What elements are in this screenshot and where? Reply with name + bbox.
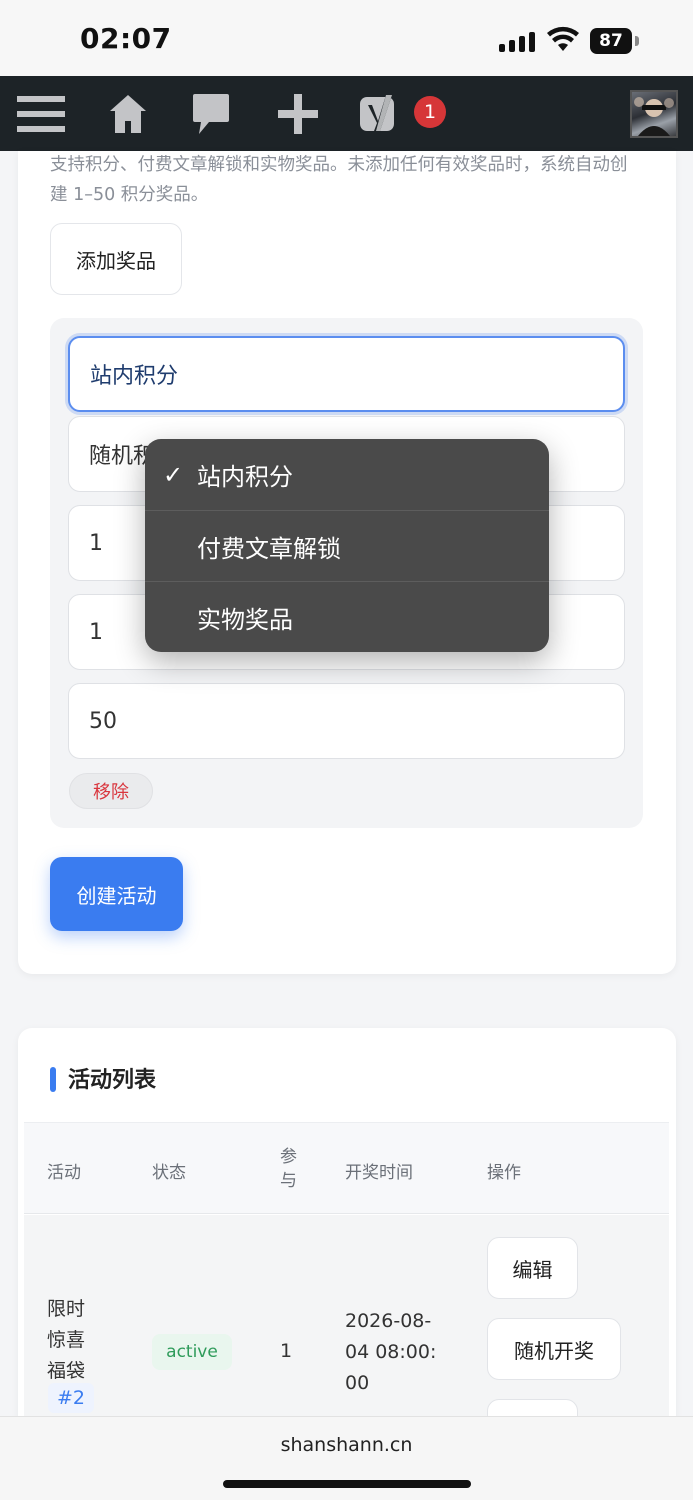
- add-prize-button[interactable]: 添加奖品: [50, 223, 182, 295]
- draw-time: 2026-08-04 08:00:00: [345, 1310, 437, 1394]
- battery-icon: 87: [590, 28, 632, 54]
- dropdown-option-label: 付费文章解锁: [197, 534, 341, 563]
- prize-min-value: 1: [89, 619, 103, 645]
- participants-count: 1: [280, 1340, 293, 1362]
- status-badge: active: [152, 1334, 232, 1370]
- comment-bubble-icon[interactable]: [188, 76, 234, 151]
- url-address[interactable]: shanshann.cn: [0, 1434, 693, 1456]
- header-participants: 参与: [280, 1147, 297, 1191]
- dropdown-option-label: 实物奖品: [197, 605, 293, 634]
- random-draw-button[interactable]: 随机开奖: [487, 1318, 621, 1380]
- activity-id-tag: #2: [48, 1383, 94, 1413]
- prize-max-value: 50: [89, 708, 117, 734]
- cellular-signal-icon: [499, 30, 535, 52]
- dropdown-option-physical-prize[interactable]: 实物奖品: [145, 581, 549, 652]
- prize-help-text: 支持积分、付费文章解锁和实物奖品。未添加任何有效奖品时，系统自动创建 1–50 …: [50, 155, 628, 205]
- plus-icon[interactable]: [274, 76, 322, 151]
- notification-badge[interactable]: 1: [414, 96, 446, 128]
- prize-type-value: 站内积分: [90, 364, 179, 389]
- edit-button[interactable]: 编辑: [487, 1237, 578, 1299]
- header-status: 状态: [152, 1163, 186, 1183]
- prize-type-select[interactable]: 站内积分: [68, 336, 625, 412]
- dropdown-option-article-unlock[interactable]: 付费文章解锁: [145, 510, 549, 581]
- yoast-seo-icon[interactable]: [356, 76, 404, 151]
- prize-quantity-value: 1: [89, 530, 103, 556]
- prize-type-dropdown: ✓ 站内积分 付费文章解锁 实物奖品: [145, 439, 549, 652]
- battery-tip: [635, 36, 639, 46]
- status-time: 02:07: [80, 22, 172, 55]
- header-actions: 操作: [487, 1163, 521, 1183]
- create-activity-button[interactable]: 创建活动: [50, 857, 183, 931]
- home-indicator[interactable]: [223, 1480, 471, 1488]
- avatar[interactable]: [630, 90, 678, 138]
- wifi-icon: [547, 26, 579, 51]
- header-draw-time: 开奖时间: [345, 1163, 413, 1183]
- hamburger-menu-icon[interactable]: [14, 76, 68, 151]
- remove-prize-button[interactable]: 移除: [69, 773, 153, 809]
- dropdown-option-label: 站内积分: [197, 463, 293, 491]
- checkmark-icon: ✓: [163, 460, 184, 489]
- section-accent-bar: [50, 1067, 56, 1092]
- header-activity: 活动: [47, 1163, 81, 1183]
- activity-name: 限时惊喜福袋: [47, 1298, 86, 1382]
- dropdown-option-points[interactable]: ✓ 站内积分: [145, 439, 549, 510]
- activity-list-title: 活动列表: [68, 1068, 157, 1093]
- home-icon[interactable]: [104, 76, 152, 151]
- prize-max-field[interactable]: 50: [68, 683, 625, 759]
